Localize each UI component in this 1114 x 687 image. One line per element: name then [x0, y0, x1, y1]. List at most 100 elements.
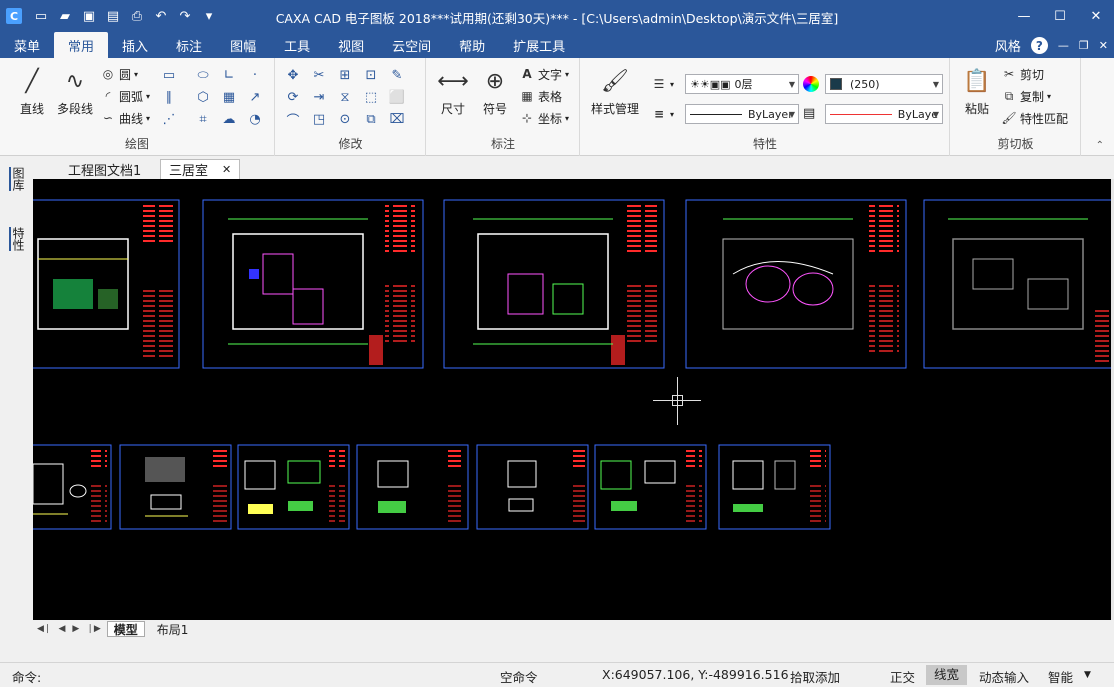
- symbol-button[interactable]: ⊕ 符号: [473, 64, 517, 117]
- close-button[interactable]: ✕: [1078, 0, 1114, 32]
- smart-dropdown-icon[interactable]: ▼: [1084, 670, 1091, 680]
- linetype-combo[interactable]: ByLayer ▼: [685, 104, 799, 124]
- arc-button[interactable]: ◜ 圆弧 ▾: [100, 86, 150, 106]
- ortho-toggle[interactable]: 正交: [890, 667, 915, 686]
- stretch-icon[interactable]: ⬜: [388, 88, 406, 106]
- tab-sheet[interactable]: 图幅: [216, 32, 270, 58]
- circle-button[interactable]: ◎ 圆 ▾: [100, 64, 138, 84]
- status-bar: 命令: 空命令 X:649057.106, Y:-489916.516 拾取添加…: [0, 662, 1114, 687]
- array-icon[interactable]: ⊞: [336, 66, 354, 84]
- table-button[interactable]: ▦ 表格: [519, 86, 562, 106]
- tab-help[interactable]: 帮助: [445, 32, 499, 58]
- ribbon-restore-icon[interactable]: ❐: [1079, 39, 1089, 52]
- layer-tools-icon[interactable]: ☰ ▾: [651, 74, 674, 94]
- color-wheel-icon[interactable]: [803, 76, 819, 92]
- doc-tab-three-room[interactable]: 三居室 ✕: [160, 159, 241, 179]
- print-icon[interactable]: ⎙: [128, 7, 146, 25]
- linetype-pattern-icon[interactable]: ▤: [803, 106, 815, 121]
- ellipse-icon[interactable]: ⬭: [194, 66, 212, 84]
- curve-button[interactable]: ∽ 曲线 ▾: [100, 108, 150, 128]
- ribbon-minimize-icon[interactable]: —: [1058, 39, 1069, 52]
- prev-layout-icon[interactable]: ◀: [58, 624, 65, 634]
- help-icon[interactable]: ?: [1030, 37, 1048, 54]
- extend-icon[interactable]: ⇥: [310, 88, 328, 106]
- color-combo[interactable]: (250) ▼: [825, 74, 943, 94]
- style-manage-button[interactable]: 🖌 样式管理: [587, 64, 643, 117]
- save-icon[interactable]: ▣: [80, 7, 98, 25]
- move-icon[interactable]: ✥: [284, 66, 302, 84]
- linewidth-toggle[interactable]: 线宽: [926, 665, 968, 685]
- point-icon[interactable]: ·: [246, 66, 264, 84]
- mirror-icon[interactable]: ⧖: [336, 88, 354, 106]
- line-button[interactable]: ╱ 直线: [10, 64, 54, 117]
- trim-icon[interactable]: ✂: [310, 66, 328, 84]
- polygon-icon[interactable]: ⬡: [194, 88, 212, 106]
- side-tab-library[interactable]: 图库: [9, 167, 27, 191]
- dynamic-input-toggle[interactable]: 动态输入: [979, 667, 1029, 686]
- undo-icon[interactable]: ↶: [152, 7, 170, 25]
- smart-snap-toggle[interactable]: 智能: [1048, 667, 1073, 686]
- new-file-icon[interactable]: ▭: [32, 7, 50, 25]
- fillet-icon[interactable]: ◳: [310, 110, 328, 128]
- next-layout-icon[interactable]: ▶: [72, 624, 79, 634]
- scale-icon[interactable]: ⬚: [362, 88, 380, 106]
- tab-menu[interactable]: 菜单: [0, 32, 54, 58]
- minimize-button[interactable]: —: [1006, 0, 1042, 32]
- delete-icon[interactable]: ⌧: [388, 110, 406, 128]
- group-properties: 🖌 样式管理 ☰ ▾ ≡ ▾ ☀☀▣▣ 0层 ▼ (250) ▼ ByLayer ▼ ▤ B…: [581, 58, 950, 156]
- cut-button[interactable]: ✂ 剪切: [1001, 64, 1044, 84]
- dropdown-icon[interactable]: ▾: [200, 7, 218, 25]
- drawing-canvas[interactable]: [33, 179, 1111, 620]
- parallel-line-icon[interactable]: ∥: [160, 88, 178, 106]
- layout-tab-model[interactable]: 模型: [106, 621, 145, 637]
- brush-icon[interactable]: ✎: [388, 66, 406, 84]
- layout-tab-layout1[interactable]: 布局1: [151, 621, 195, 637]
- first-layout-icon[interactable]: ◀❘: [37, 624, 51, 634]
- maximize-button[interactable]: ☐: [1042, 0, 1078, 32]
- style-menu[interactable]: 风格: [995, 36, 1021, 55]
- redo-icon[interactable]: ↷: [176, 7, 194, 25]
- polyline-button[interactable]: ∿ 多段线: [52, 64, 98, 117]
- block-icon[interactable]: ⌗: [194, 110, 212, 128]
- chamfer-icon[interactable]: ⧉: [362, 110, 380, 128]
- paste-button[interactable]: 📋 粘贴: [955, 64, 999, 117]
- copy-button[interactable]: ⧉ 复制 ▾: [1001, 86, 1051, 106]
- tab-extensions[interactable]: 扩展工具: [499, 32, 579, 58]
- linewidth-combo[interactable]: ByLaye ▼: [825, 104, 943, 124]
- ribbon-close-icon[interactable]: ✕: [1099, 39, 1108, 52]
- rotate-icon[interactable]: ⟳: [284, 88, 302, 106]
- pick-mode-toggle[interactable]: 拾取添加: [790, 667, 840, 686]
- tab-insert[interactable]: 插入: [108, 32, 162, 58]
- centerline-icon[interactable]: ⋰: [160, 110, 178, 128]
- ribbon-collapse-icon[interactable]: ⌃: [1096, 140, 1104, 151]
- coordinate-button[interactable]: ⊹ 坐标 ▾: [519, 108, 569, 128]
- hatch-icon[interactable]: ▦: [220, 88, 238, 106]
- dimension-button[interactable]: ⟷ 尺寸: [431, 64, 475, 117]
- region-icon[interactable]: ◔: [246, 110, 264, 128]
- last-layout-icon[interactable]: ❘▶: [86, 624, 100, 634]
- offset-icon[interactable]: ⌒: [284, 110, 302, 129]
- doc-tab-drawing1[interactable]: 工程图文档1: [60, 159, 149, 179]
- cloud-line-icon[interactable]: ☁: [220, 110, 238, 128]
- close-tab-icon[interactable]: ✕: [222, 163, 231, 176]
- app-logo[interactable]: C: [6, 8, 22, 24]
- arrow-draw-icon[interactable]: ↗: [246, 88, 264, 106]
- side-tab-properties[interactable]: 特性: [9, 227, 27, 251]
- tab-view[interactable]: 视图: [324, 32, 378, 58]
- command-line-area[interactable]: [0, 638, 1114, 660]
- break-icon[interactable]: ⊙: [336, 110, 354, 128]
- rectangle-icon[interactable]: ▭: [160, 66, 178, 84]
- layer-status-icons: ☀☀▣▣: [690, 77, 731, 91]
- tab-annotate[interactable]: 标注: [162, 32, 216, 58]
- lineweight-icon[interactable]: ≡ ▾: [651, 104, 674, 124]
- tab-cloud[interactable]: 云空间: [378, 32, 445, 58]
- tab-tools[interactable]: 工具: [270, 32, 324, 58]
- angle-line-icon[interactable]: ∟: [220, 66, 238, 84]
- explode-icon[interactable]: ⊡: [362, 66, 380, 84]
- match-properties-button[interactable]: 🖌 特性匹配: [1001, 108, 1068, 128]
- layer-combo[interactable]: ☀☀▣▣ 0层 ▼: [685, 74, 799, 94]
- text-button[interactable]: A 文字 ▾: [519, 64, 569, 84]
- open-folder-icon[interactable]: ▰: [56, 7, 74, 25]
- save-all-icon[interactable]: ▤: [104, 7, 122, 25]
- tab-common[interactable]: 常用: [54, 32, 109, 58]
